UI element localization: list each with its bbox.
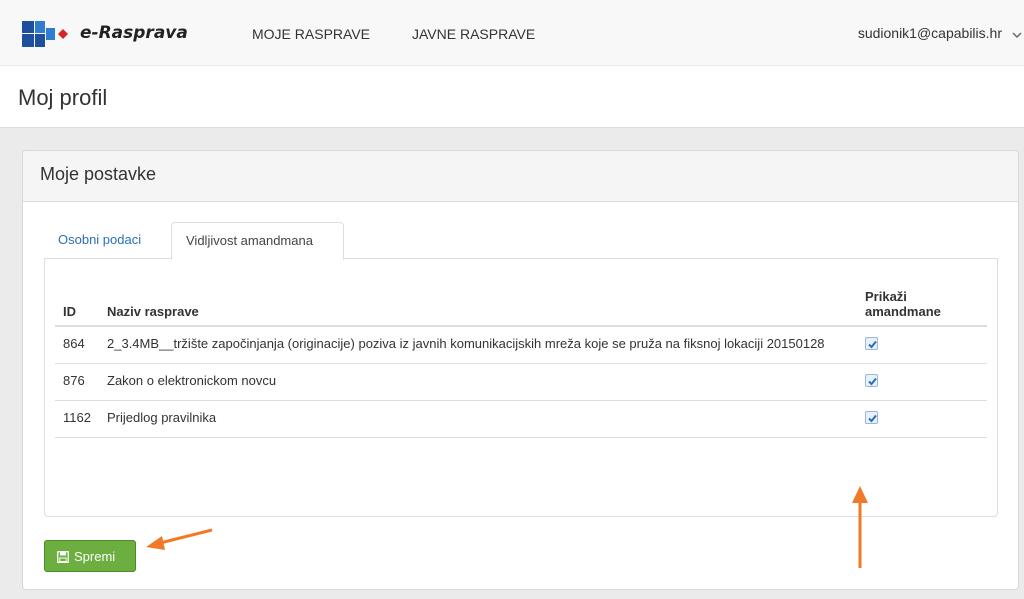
table-header-row: ID Naziv rasprave Prikaži amandmane xyxy=(55,283,987,327)
header-show-line2: amandmane xyxy=(865,304,941,319)
save-button[interactable]: Spremi xyxy=(44,540,136,572)
brand-name[interactable]: e-Rasprava xyxy=(80,23,188,43)
header-show-amendments: Prikaži amandmane xyxy=(857,283,987,327)
chevron-down-icon[interactable] xyxy=(1012,31,1022,39)
header-name: Naziv rasprave xyxy=(99,283,857,327)
checkmark-icon xyxy=(868,414,877,423)
tab-osobni-podaci[interactable]: Osobni podaci xyxy=(44,222,155,260)
save-button-label: Spremi xyxy=(74,549,116,565)
show-amendments-checkbox[interactable] xyxy=(865,337,878,350)
tab-bar: Osobni podaci Vidljivost amandmana xyxy=(44,222,998,260)
show-amendments-checkbox[interactable] xyxy=(865,411,878,424)
user-menu[interactable]: sudionik1@capabilis.hr xyxy=(858,25,1002,41)
row-name: Prijedlog pravilnika xyxy=(99,400,857,438)
row-name: Zakon o elektronickom novcu xyxy=(99,363,857,401)
page-title: Moj profil xyxy=(18,85,108,110)
page-header: Moj profil xyxy=(0,66,1024,128)
table-row: 864 2_3.4MB__tržište započinjanja (origi… xyxy=(55,326,987,364)
amendments-table: ID Naziv rasprave Prikaži amandmane 864 … xyxy=(55,283,987,438)
header-id: ID xyxy=(55,283,99,327)
header-show-line1: Prikaži xyxy=(865,289,907,304)
row-checkbox-cell xyxy=(857,363,987,401)
navbar: e-Rasprava MOJE RASPRAVE JAVNE RASPRAVE … xyxy=(0,0,1024,66)
tab-vidljivost-amandmana[interactable]: Vidljivost amandmana xyxy=(171,222,344,260)
panel-title: Moje postavke xyxy=(40,164,157,184)
checkmark-icon xyxy=(868,340,877,349)
panel-heading: Moje postavke xyxy=(23,151,1018,202)
row-checkbox-cell xyxy=(857,326,987,364)
settings-panel: Moje postavke Osobni podaci Vidljivost a… xyxy=(22,150,1019,590)
row-id: 864 xyxy=(55,326,99,364)
table-row: 1162 Prijedlog pravilnika xyxy=(55,400,987,438)
table-row: 876 Zakon o elektronickom novcu xyxy=(55,363,987,401)
show-amendments-checkbox[interactable] xyxy=(865,374,878,387)
row-id: 1162 xyxy=(55,400,99,438)
floppy-disk-icon xyxy=(57,550,69,563)
content-area: Moje postavke Osobni podaci Vidljivost a… xyxy=(0,128,1024,599)
nav-moje-rasprave[interactable]: MOJE RASPRAVE xyxy=(252,26,370,42)
checkmark-icon xyxy=(868,377,877,386)
row-name: 2_3.4MB__tržište započinjanja (originaci… xyxy=(99,326,857,364)
row-id: 876 xyxy=(55,363,99,401)
row-checkbox-cell xyxy=(857,400,987,438)
tab-content: ID Naziv rasprave Prikaži amandmane 864 … xyxy=(44,259,998,517)
croatia-logo-icon[interactable] xyxy=(22,21,68,47)
nav-javne-rasprave[interactable]: JAVNE RASPRAVE xyxy=(412,26,535,42)
